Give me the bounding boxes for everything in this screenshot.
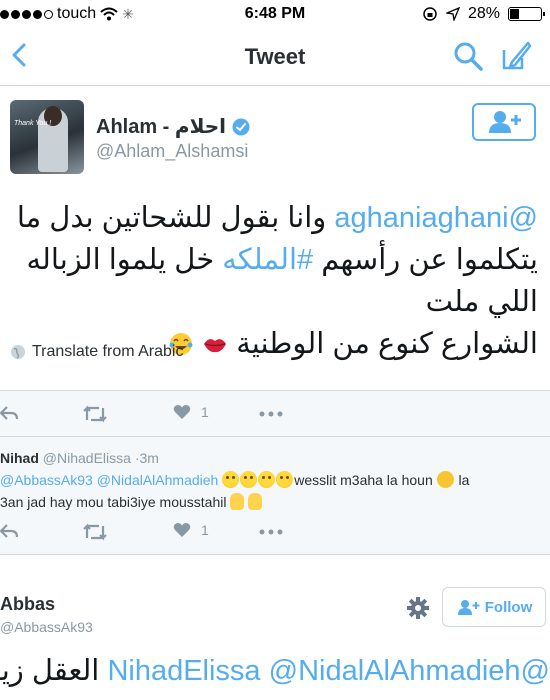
- verified-badge-icon: [232, 118, 250, 135]
- flushed-face-emoji-icon: [222, 471, 240, 488]
- battery-icon: [508, 7, 545, 21]
- nav-bar: Tweet: [0, 28, 550, 86]
- hashtag-link[interactable]: #الملكه: [222, 244, 313, 276]
- reply-text-part: la: [458, 472, 470, 488]
- more-options-icon[interactable]: [259, 529, 283, 535]
- tweet-line-1: @aghaniaghani وانا بقول للشحاتين بدل ما: [10, 197, 538, 239]
- reply-text-part: 3an jad hay mou tabi3iye mousstahil: [0, 494, 227, 510]
- follow-user-button[interactable]: [472, 103, 536, 141]
- raised-hand-emoji-icon: [230, 493, 245, 510]
- translate-label: Translate from Arabic: [32, 343, 184, 360]
- flushed-face-emoji-icon: [258, 471, 276, 488]
- compose-icon[interactable]: [500, 40, 532, 72]
- flushed-face-emoji-icon: [240, 471, 258, 488]
- tweet-text: @aghaniaghani وانا بقول للشحاتين بدل ما …: [10, 197, 538, 365]
- tweet-text-part: وانا بقول للشحاتين بدل ما: [16, 202, 327, 234]
- gear-icon[interactable]: [406, 596, 430, 620]
- kiss-lips-emoji-icon: [204, 339, 227, 353]
- retweet-icon[interactable]: [82, 523, 108, 541]
- tweet-line-2: يتكلموا عن رأسهم #الملكه خل يلموا الزبال…: [10, 239, 538, 323]
- mention-link[interactable]: @NidalAlAhmadieh: [97, 472, 219, 488]
- retweet-icon[interactable]: [82, 405, 108, 423]
- like-count: 1: [201, 522, 209, 538]
- reply-author-handle[interactable]: @NihadElissa: [43, 450, 131, 466]
- globe-icon: [11, 345, 25, 359]
- add-user-icon: [457, 600, 480, 615]
- author-handle[interactable]: @Ahlam_Alshamsi: [96, 141, 248, 162]
- author-name[interactable]: Ahlam - احلام: [96, 114, 226, 139]
- reply-icon[interactable]: [0, 405, 18, 421]
- mention-link[interactable]: @AbbassAk93: [0, 472, 93, 488]
- confused-face-emoji-icon: [436, 471, 454, 488]
- battery-percent: 28%: [467, 5, 500, 22]
- status-right: 28%: [422, 5, 545, 23]
- heart-icon: [173, 523, 191, 537]
- add-user-icon: [489, 111, 521, 133]
- reply-text-part: wesslit m3aha la houn: [294, 472, 433, 488]
- mention-link[interactable]: @aghaniaghani: [334, 202, 538, 234]
- tweet-text-part: الشوارع كنوع من الوطنية: [236, 328, 538, 360]
- third-tweet-text: @NihadElissa @NidalAlAhmadieh العقل زينة: [0, 653, 550, 688]
- follow-label: Follow: [484, 598, 533, 616]
- third-tweet-author-name[interactable]: Abbas: [0, 594, 55, 615]
- mention-link[interactable]: @NidalAlAhmadieh: [269, 655, 521, 687]
- reply-header: Nihad @NihadElissa ·3m: [0, 450, 159, 466]
- reply-tweet[interactable]: Nihad @NihadElissa ·3m @AbbassAk93 @Nida…: [0, 437, 550, 555]
- reply-time: 3m: [139, 450, 159, 466]
- location-icon: [445, 7, 460, 21]
- author-avatar[interactable]: Thank You !: [10, 100, 84, 174]
- reply-author-name[interactable]: Nihad: [0, 450, 39, 466]
- status-bar: touch ✳ 6:48 PM 28%: [0, 0, 550, 28]
- more-options-icon[interactable]: [259, 411, 283, 417]
- search-icon[interactable]: [452, 40, 484, 72]
- reply-icon[interactable]: [0, 523, 18, 539]
- heart-icon: [173, 405, 191, 419]
- like-button[interactable]: 1: [173, 522, 209, 538]
- tweet-action-bar: 1: [0, 391, 550, 437]
- tweet-text-part: العقل زينة: [0, 655, 100, 687]
- avatar-caption: Thank You !: [14, 120, 52, 127]
- translate-link[interactable]: Translate from Arabic: [10, 343, 183, 361]
- reply-text: @AbbassAk93 @NidalAlAhmadieh wesslit m3a…: [0, 469, 545, 513]
- flushed-face-emoji-icon: [276, 471, 294, 488]
- orientation-lock-icon: [423, 7, 437, 21]
- like-button[interactable]: 1: [173, 404, 209, 420]
- tweet-text-part: يتكلموا عن رأسهم: [321, 244, 538, 276]
- third-tweet-author-handle[interactable]: @AbbassAk93: [0, 619, 93, 635]
- follow-button[interactable]: Follow: [442, 587, 546, 627]
- like-count: 1: [201, 404, 209, 420]
- author-name-row: Ahlam - احلام: [96, 114, 250, 139]
- raised-hand-emoji-icon: [248, 493, 263, 510]
